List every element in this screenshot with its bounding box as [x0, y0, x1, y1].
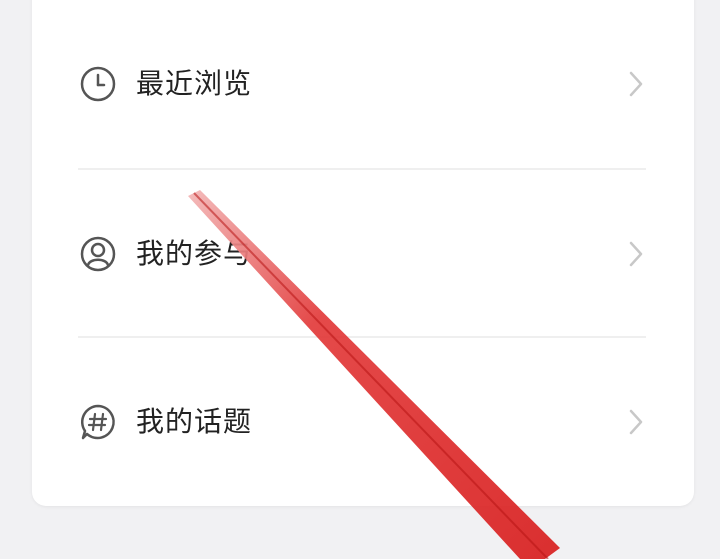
menu-item-my-participation[interactable]: 我的参与: [32, 170, 694, 338]
menu-card: 最近浏览 我的参与 我的话题: [32, 0, 694, 506]
screen: 最近浏览 我的参与 我的话题: [0, 0, 720, 559]
hashtag-chat-icon: [78, 402, 118, 442]
menu-item-label: 我的话题: [136, 405, 253, 438]
menu-item-recent-browse[interactable]: 最近浏览: [32, 0, 694, 168]
menu-item-my-topics[interactable]: 我的话题: [32, 338, 694, 506]
menu-item-label: 最近浏览: [136, 67, 253, 100]
user-avatar-icon: [78, 234, 118, 274]
chevron-right-icon: [626, 238, 646, 270]
chevron-right-icon: [626, 406, 646, 438]
menu-item-label: 我的参与: [136, 237, 253, 270]
chevron-right-icon: [626, 68, 646, 100]
clock-icon: [78, 64, 118, 104]
